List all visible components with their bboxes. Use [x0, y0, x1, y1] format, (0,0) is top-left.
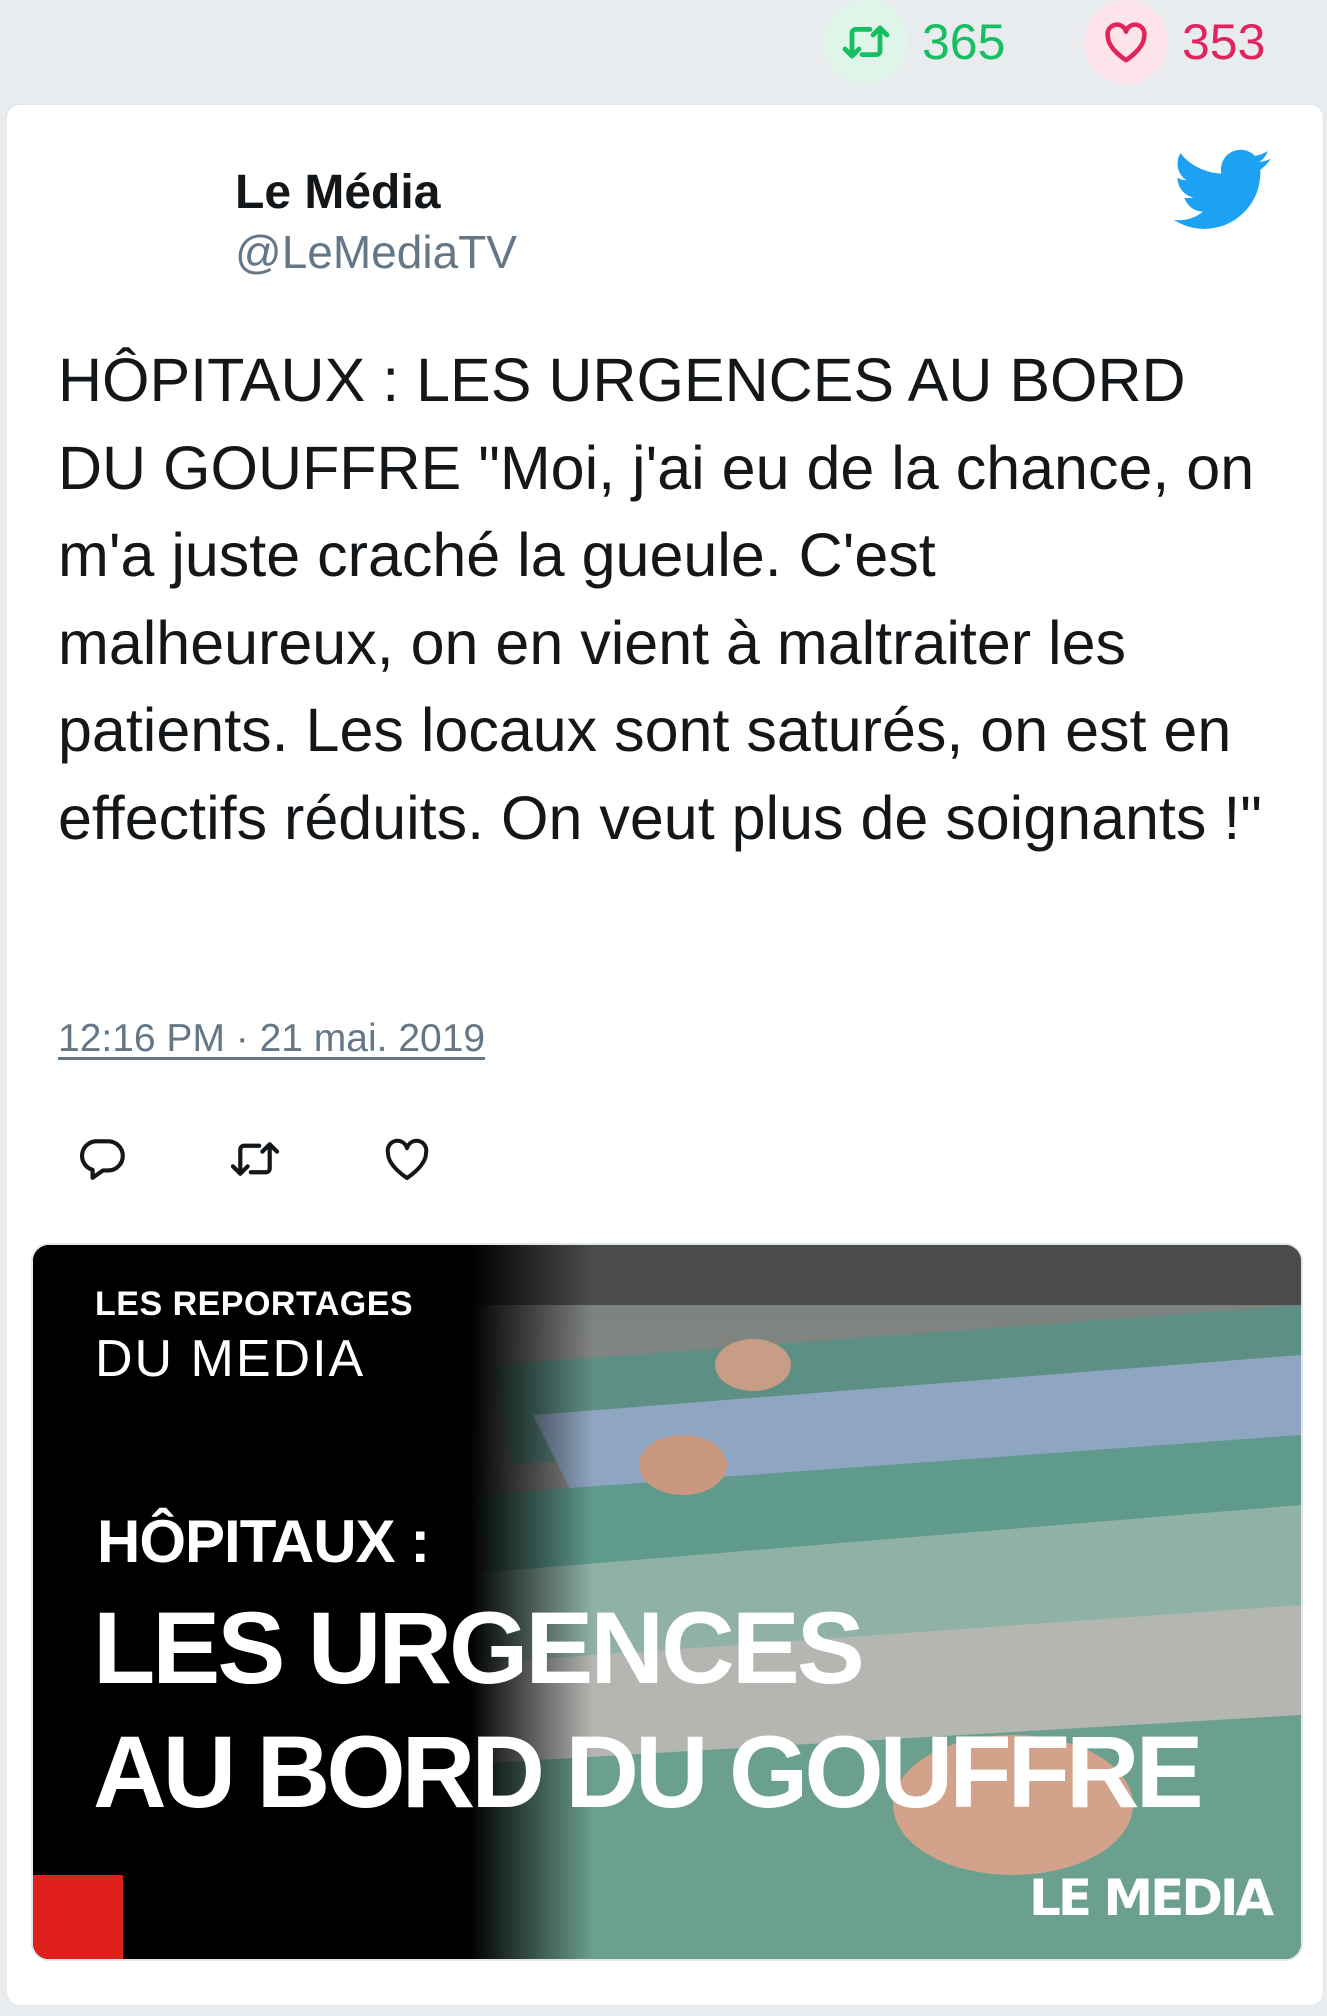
like-count: 353: [1182, 14, 1266, 70]
media-title-line2: AU BORD DU GOUFFRE: [93, 1715, 1204, 1829]
retweet-icon[interactable]: [227, 1131, 283, 1187]
author-handle[interactable]: @LeMediaTV: [235, 225, 517, 279]
heart-icon[interactable]: [379, 1131, 435, 1187]
media-kicker: HÔPITAUX :: [97, 1508, 430, 1575]
engagement-bar: 365 353: [0, 0, 1327, 100]
le-media-logo: LE MEDIA: [1029, 1869, 1274, 1927]
retweet-stat[interactable]: 365: [824, 0, 1005, 84]
author-name[interactable]: Le Média: [235, 165, 440, 220]
reply-icon[interactable]: [75, 1131, 131, 1187]
media-title-line1: LES URGENCES: [93, 1591, 865, 1705]
retweet-icon[interactable]: [824, 0, 908, 84]
series-label-sub: DU MEDIA: [95, 1330, 366, 1388]
like-stat[interactable]: 353: [1084, 0, 1265, 84]
retweet-count: 365: [922, 14, 1006, 70]
tweet-timestamp[interactable]: 12:16 PM · 21 mai. 2019: [58, 1017, 485, 1061]
accent-square: [33, 1875, 123, 1959]
series-label: LES REPORTAGES: [95, 1285, 414, 1323]
avatar[interactable]: [63, 167, 223, 327]
heart-icon[interactable]: [1084, 0, 1168, 84]
tweet-card: Le Média @LeMediaTV HÔPITAUX : LES URGEN…: [6, 104, 1324, 2006]
tweet-text: HÔPITAUX : LES URGENCES AU BORD DU GOUFF…: [58, 346, 1262, 852]
media-preview[interactable]: LES REPORTAGES DU MEDIA HÔPITAUX : LES U…: [31, 1243, 1303, 1961]
twitter-bird-icon[interactable]: [1173, 149, 1273, 231]
